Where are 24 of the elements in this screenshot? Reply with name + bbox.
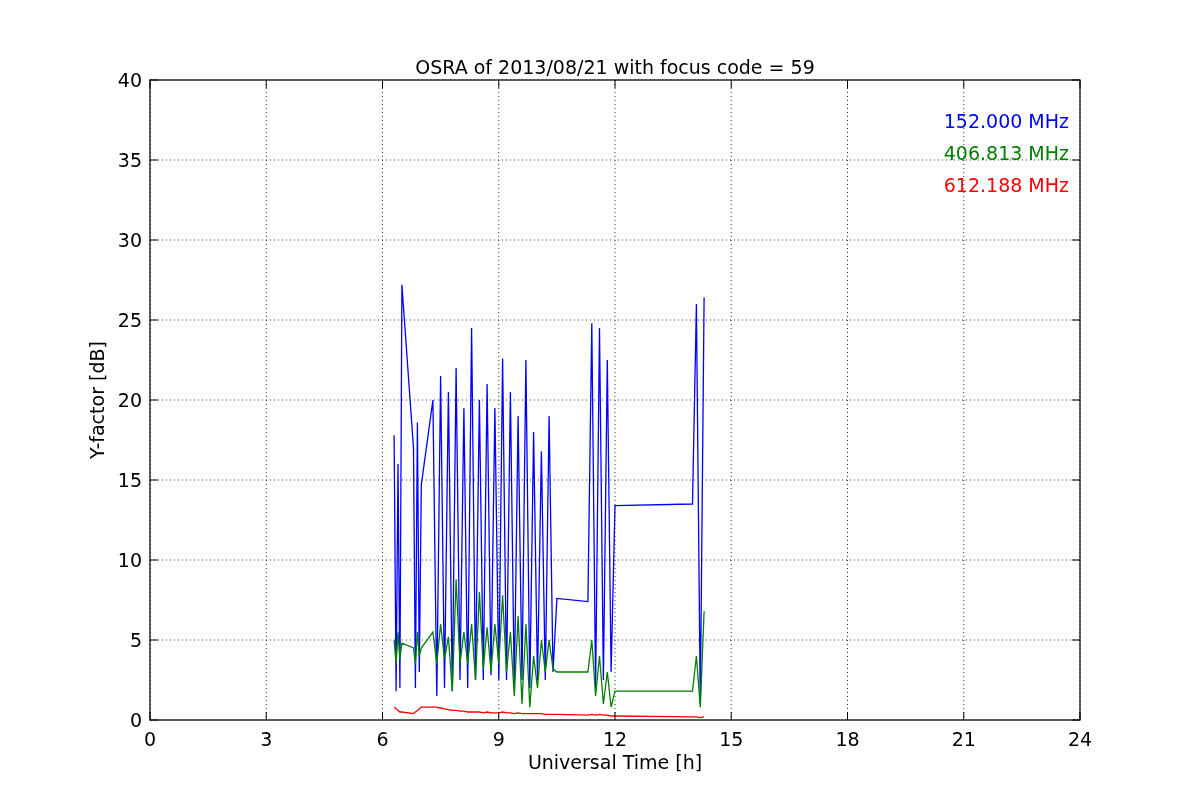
x-axis-label: Universal Time [h] <box>527 751 703 773</box>
legend-label: 612.188 MHz <box>943 174 1069 196</box>
legend-label: 152.000 MHz <box>943 110 1069 132</box>
x-tick-label: 21 <box>951 728 976 750</box>
y-axis-label: Y-factor [dB] <box>86 341 108 459</box>
x-tick-label: 24 <box>1067 728 1093 750</box>
y-tick-label: 15 <box>117 469 142 491</box>
chart-title: OSRA of 2013/08/21 with focus code = 59 <box>415 56 815 78</box>
y-tick-label: 40 <box>117 69 142 91</box>
y-tick-label: 5 <box>129 629 142 651</box>
y-tick-label: 0 <box>129 709 142 731</box>
x-tick-label: 9 <box>492 728 505 750</box>
y-tick-label: 10 <box>117 549 142 571</box>
x-tick-label: 3 <box>260 728 273 750</box>
y-tick-label: 35 <box>117 149 142 171</box>
x-tick-label: 15 <box>719 728 744 750</box>
y-tick-label: 20 <box>117 389 142 411</box>
legend-label: 406.813 MHz <box>943 142 1069 164</box>
x-tick-label: 0 <box>143 728 157 750</box>
x-tick-label: 12 <box>602 728 628 750</box>
x-tick-label: 18 <box>835 728 860 750</box>
y-tick-label: 30 <box>117 229 142 251</box>
x-tick-label: 6 <box>376 728 389 750</box>
y-tick-label: 25 <box>117 309 142 331</box>
